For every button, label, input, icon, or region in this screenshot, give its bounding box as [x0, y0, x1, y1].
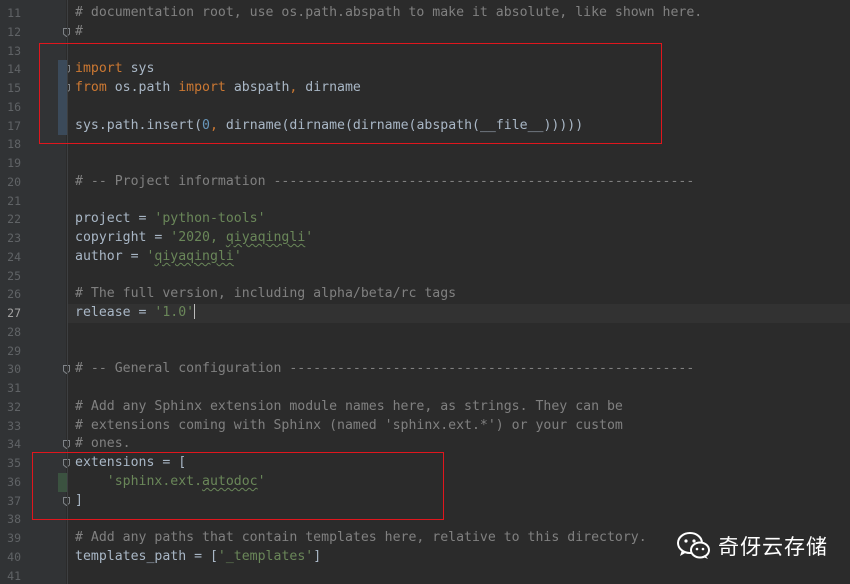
code-line[interactable]: # — [75, 23, 83, 42]
line-number: 18 — [7, 137, 21, 152]
line-number: 30 — [7, 362, 21, 377]
code-line[interactable]: # -- General configuration -------------… — [75, 360, 694, 379]
code-token: templates_path = [ — [75, 548, 218, 564]
line-number: 29 — [7, 343, 21, 358]
code-token: ] — [313, 548, 322, 564]
code-token: qiyaqingli — [225, 230, 306, 245]
line-number: 16 — [7, 99, 21, 114]
line-number: 20 — [7, 174, 21, 189]
code-line[interactable]: author = 'qiyaqingli' — [75, 248, 242, 267]
line-number: 41 — [7, 568, 21, 583]
code-line[interactable]: # The full version, including alpha/beta… — [75, 285, 456, 304]
code-line[interactable]: release = '1.0' — [75, 304, 196, 323]
code-line[interactable]: templates_path = ['_templates'] — [75, 548, 321, 567]
import-highlight-box — [39, 43, 662, 144]
code-token: ' — [305, 230, 314, 245]
line-number: 13 — [7, 43, 21, 58]
line-number: 22 — [7, 212, 21, 227]
wechat-icon — [677, 532, 710, 559]
line-number: 36 — [7, 474, 21, 489]
code-token: ' — [233, 248, 242, 264]
code-token: # -- General configuration -------------… — [75, 361, 695, 377]
line-number: 27 — [7, 306, 21, 320]
line-number: 31 — [7, 381, 21, 395]
code-token: # The full version, including alpha/beta… — [75, 286, 457, 302]
code-token: qiyaqingli — [154, 248, 234, 264]
line-number: 17 — [7, 118, 21, 133]
code-line[interactable]: # extensions coming with Sphinx (named '… — [75, 417, 623, 436]
line-number: 14 — [7, 62, 21, 77]
code-token: '1.0' — [154, 305, 195, 320]
code-token: 'python-tools' — [154, 211, 266, 227]
watermark-text: 奇伢云存储 — [718, 535, 828, 559]
line-number: 15 — [7, 81, 21, 95]
code-token: project = — [75, 211, 155, 227]
line-number: 40 — [7, 549, 21, 564]
line-number: 28 — [7, 324, 21, 339]
code-line[interactable]: project = 'python-tools' — [75, 210, 266, 229]
line-number: 39 — [7, 531, 21, 545]
code-token: # extensions coming with Sphinx (named '… — [75, 417, 623, 433]
code-line[interactable]: # documentation root, use os.path.abspat… — [75, 4, 702, 23]
line-number: 26 — [7, 287, 21, 302]
code-token: release = — [75, 305, 155, 320]
line-number: 19 — [7, 156, 21, 170]
code-line[interactable]: # Add any paths that contain templates h… — [75, 529, 647, 548]
code-line[interactable]: # -- Project information ---------------… — [75, 173, 694, 192]
code-token: # Add any paths that contain templates h… — [75, 530, 647, 545]
line-number: 32 — [7, 399, 21, 414]
line-number: 24 — [7, 249, 21, 264]
code-token: '2020, — [170, 230, 226, 245]
line-number: 35 — [7, 456, 21, 470]
code-line[interactable]: # Add any Sphinx extension module names … — [75, 398, 623, 417]
code-token: # Add any Sphinx extension module names … — [75, 398, 623, 414]
line-number: 12 — [7, 24, 21, 39]
code-token: '_templates' — [217, 548, 314, 564]
line-number: 38 — [7, 512, 21, 527]
code-line[interactable]: copyright = '2020, qiyaqingli' — [75, 229, 313, 248]
line-number: 34 — [7, 437, 21, 452]
line-number: 37 — [7, 493, 21, 508]
line-number: 23 — [7, 231, 21, 245]
line-number: 33 — [7, 418, 21, 433]
code-token: author = — [75, 248, 147, 264]
code-editor[interactable]: 11 12 13 14 15 16 17 18 19 20 21 22 23 24 25 26 27 28 29 30… — [0, 0, 850, 584]
extensions-highlight-box — [32, 452, 444, 520]
code-token: # -- Project information ---------------… — [75, 173, 695, 189]
line-number: 11 — [7, 6, 21, 20]
code-token: # ones. — [75, 436, 131, 452]
code-token: copyright = — [75, 230, 171, 245]
line-number: 25 — [7, 268, 21, 283]
text-caret — [194, 304, 196, 319]
code-token: # documentation root, use os.path.abspat… — [75, 5, 703, 20]
code-token: # — [75, 23, 83, 39]
line-number: 21 — [7, 193, 21, 208]
watermark: 奇伢云存储 — [676, 530, 828, 562]
